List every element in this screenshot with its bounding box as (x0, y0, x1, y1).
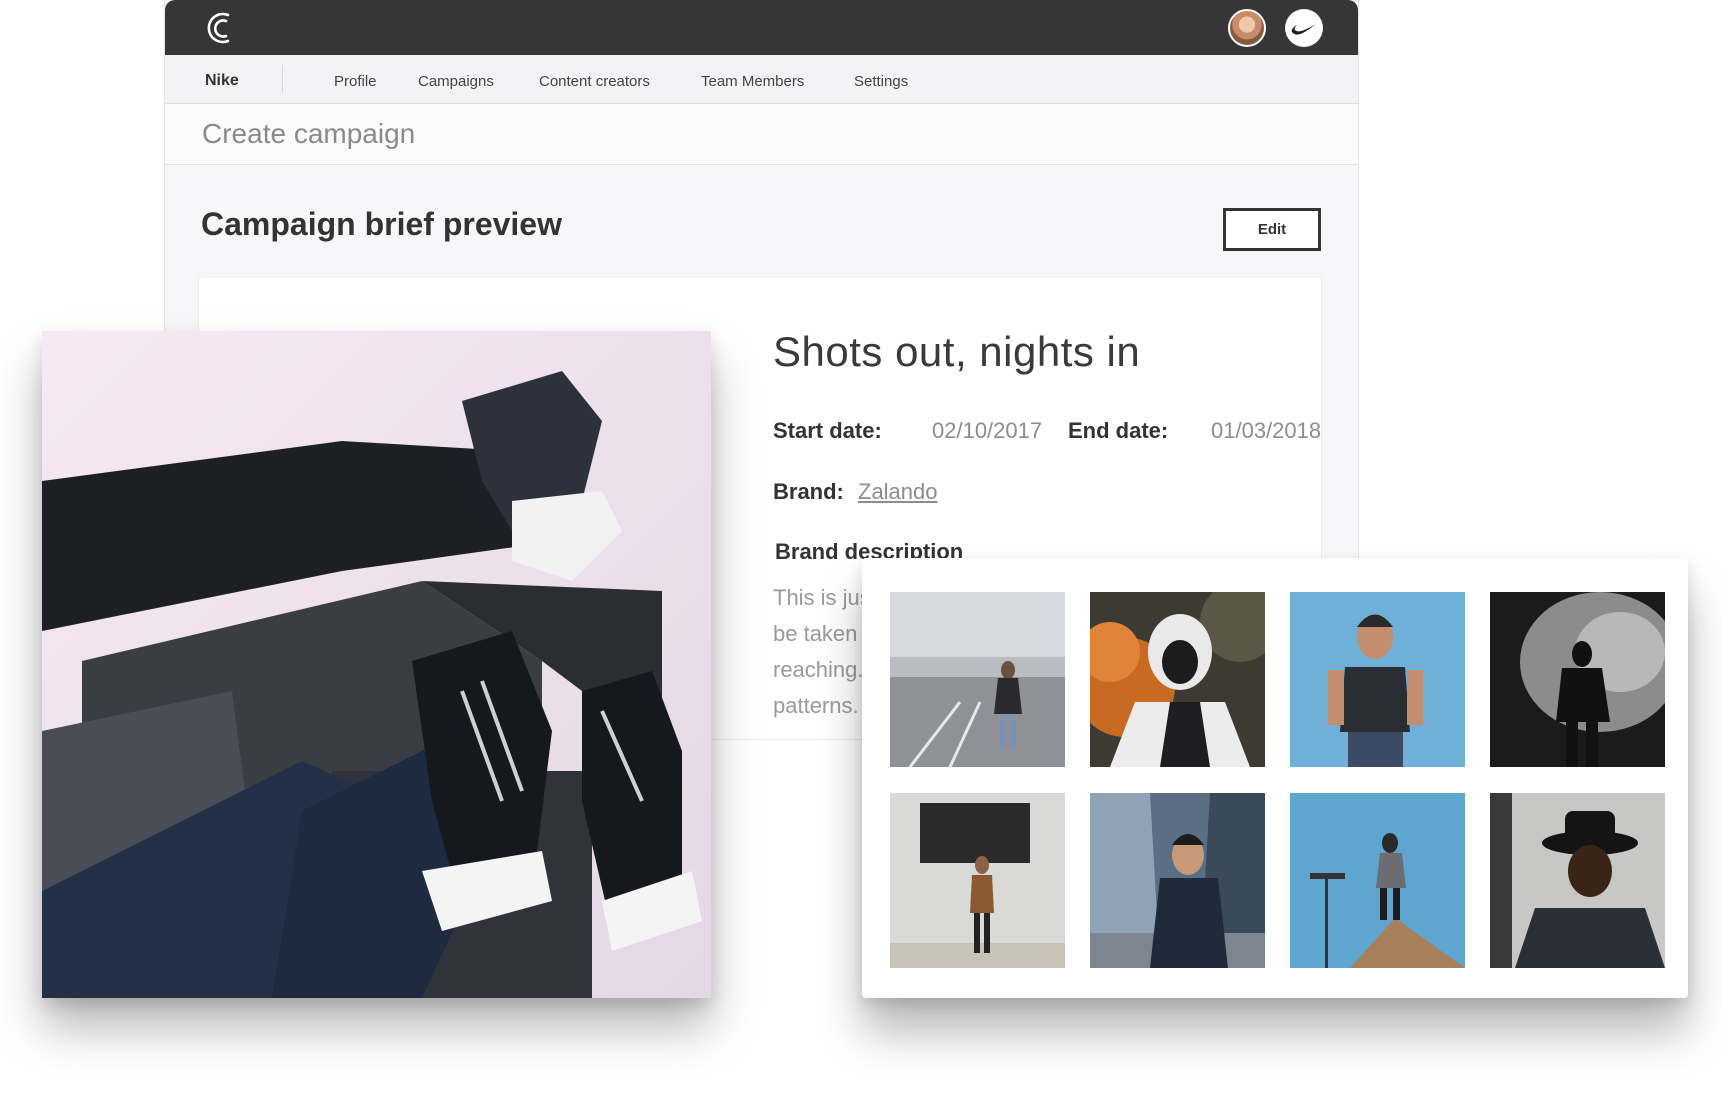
app-logo-icon[interactable] (201, 9, 237, 47)
sneakers-photo (42, 331, 711, 998)
start-date-value: 02/10/2017 (932, 418, 1043, 443)
top-bar (165, 0, 1358, 55)
photo-man-alley (1090, 793, 1265, 968)
photo-person-rooftop (1290, 793, 1465, 968)
section-title: Campaign brief preview (201, 206, 562, 242)
gallery-image[interactable] (1090, 793, 1265, 968)
gallery-image[interactable] (1290, 793, 1465, 968)
photo-person-blue-sky (1290, 592, 1465, 767)
description-line: patterns. (773, 693, 859, 718)
brand-label: Brand: (773, 479, 844, 504)
page-title: Create campaign (202, 118, 416, 149)
gallery-image[interactable] (1490, 793, 1665, 968)
campaign-title: Shots out, nights in (773, 328, 1141, 375)
description-line: be taken (773, 621, 858, 646)
end-date-value: 01/03/2018 (1211, 418, 1322, 443)
nav-team-members[interactable]: Team Members (701, 73, 804, 90)
nav-settings[interactable]: Settings (854, 73, 908, 90)
org-name: Nike (205, 72, 239, 89)
creator-gallery (862, 558, 1688, 998)
gallery-image[interactable] (890, 793, 1065, 968)
nav-divider (282, 65, 283, 93)
photo-silhouette-fog (1490, 592, 1665, 767)
edit-button[interactable]: Edit (1223, 208, 1321, 251)
brand-avatar[interactable] (1285, 9, 1323, 47)
start-date-label: Start date: (773, 418, 882, 443)
gallery-image[interactable] (1290, 592, 1465, 767)
photo-man-hat-portrait (1490, 793, 1665, 968)
photo-hooded-person-smoke (1090, 592, 1265, 767)
end-date-label: End date: (1068, 418, 1169, 443)
main-nav: Nike Profile Campaigns Content creators … (165, 55, 1358, 104)
photo-man-brick-wall (890, 793, 1065, 968)
description-line: This is jus (773, 585, 871, 610)
description-line: reaching. (773, 657, 864, 682)
campaign-hero-image (42, 331, 711, 998)
user-avatar[interactable] (1228, 9, 1266, 47)
gallery-image[interactable] (1090, 592, 1265, 767)
page-header: Create campaign (165, 104, 1358, 165)
nav-profile[interactable]: Profile (334, 73, 377, 90)
nav-content-creators[interactable]: Content creators (539, 73, 650, 90)
gallery-image[interactable] (890, 592, 1065, 767)
photo-woman-parking-lot (890, 592, 1065, 767)
gallery-image[interactable] (1490, 592, 1665, 767)
brand-link[interactable]: Zalando (858, 479, 938, 505)
nike-swoosh-icon (1291, 24, 1316, 35)
nav-campaigns[interactable]: Campaigns (418, 73, 494, 90)
